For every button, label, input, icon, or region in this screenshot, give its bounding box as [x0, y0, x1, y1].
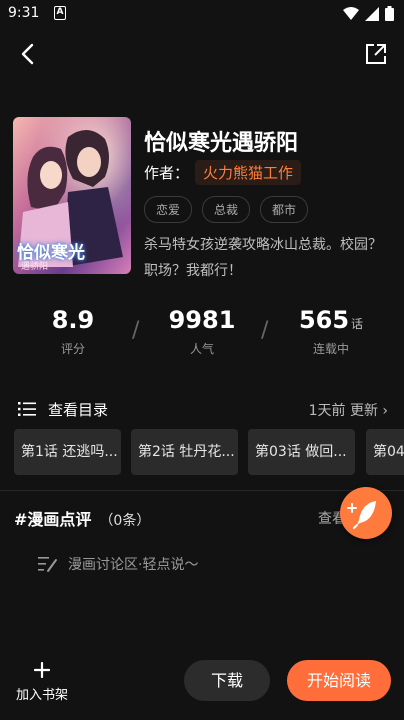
- review-title-text: #漫画点评: [14, 510, 92, 529]
- stat-separator: /: [132, 318, 140, 343]
- status-bar: 9:31 A: [0, 0, 404, 28]
- chapter-item[interactable]: 第04话: [366, 429, 404, 475]
- status-time: 9:31: [8, 5, 40, 21]
- battery-icon: [385, 6, 394, 21]
- chapter-list: 第1话 还逃吗... 第2话 牡丹花... 第03话 做回... 第04话: [14, 429, 404, 475]
- stat-chapters: 565 话 连载中: [276, 306, 386, 357]
- catalog-row[interactable]: 查看目录 1天前 更新 ›: [18, 398, 388, 420]
- tag-item[interactable]: 总裁: [202, 196, 251, 223]
- author-name-link[interactable]: 火力熊猫工作: [195, 160, 302, 185]
- chapter-item[interactable]: 第1话 还逃吗...: [14, 429, 121, 475]
- review-section-title: #漫画点评 （0条）: [14, 506, 150, 530]
- stat-label: 评分: [60, 342, 85, 356]
- download-button[interactable]: 下载: [184, 660, 270, 701]
- stat-value: 9981: [168, 306, 236, 334]
- plus-icon: [33, 661, 51, 679]
- status-icons: [343, 6, 394, 21]
- write-review-button[interactable]: [340, 487, 392, 539]
- author-label: 作者：: [144, 164, 190, 182]
- edit-list-icon: [38, 557, 57, 572]
- author-row: 作者： 火力熊猫工作: [144, 160, 302, 185]
- stat-unit: 话: [351, 317, 364, 331]
- stat-label: 连载中: [312, 342, 349, 356]
- chapter-item[interactable]: 第03话 做回...: [248, 429, 355, 475]
- tag-item[interactable]: 恋爱: [144, 196, 193, 223]
- stat-popularity: 9981 人气: [147, 306, 257, 357]
- stat-separator: /: [261, 318, 269, 343]
- wifi-icon: [343, 6, 359, 20]
- stats-bar: 8.9 评分 / 9981 人气 / 565 话 连载中: [0, 306, 404, 366]
- comic-description: 杀马特女孩逆袭攻略冰山总裁。校园？职场？我都行！: [144, 237, 382, 279]
- list-icon: [18, 402, 36, 416]
- chapter-item[interactable]: 第2话 牡丹花...: [131, 429, 238, 475]
- signal-icon: [365, 6, 379, 21]
- catalog-update-status[interactable]: 1天前 更新 ›: [309, 400, 388, 420]
- comic-title: 恰似寒光遇骄阳: [144, 131, 299, 156]
- cover-subtitle-text: 遇骄阳: [21, 262, 49, 272]
- bookshelf-label: 加入书架: [15, 688, 68, 703]
- feather-pen-icon: [347, 501, 376, 529]
- notification-icon: A: [54, 6, 66, 20]
- add-to-bookshelf-button[interactable]: 加入书架: [10, 661, 74, 703]
- discussion-entry[interactable]: 漫画讨论区·轻点说～: [38, 554, 198, 574]
- tag-list: 恋爱 总裁 都市: [144, 196, 309, 223]
- discussion-placeholder: 漫画讨论区·轻点说～: [68, 557, 199, 573]
- share-icon[interactable]: [362, 40, 390, 68]
- stat-value: 8.9: [51, 306, 95, 334]
- stat-value: 565: [298, 306, 350, 334]
- start-reading-button[interactable]: 开始阅读: [287, 660, 391, 701]
- tag-item[interactable]: 都市: [260, 196, 309, 223]
- review-count: （0条）: [99, 513, 151, 529]
- stat-label: 人气: [189, 342, 214, 356]
- back-icon[interactable]: [14, 40, 42, 68]
- catalog-label: 查看目录: [48, 400, 109, 419]
- stat-rating: 8.9 评分: [18, 306, 128, 357]
- comic-cover[interactable]: 恰似寒光 遇骄阳: [13, 117, 131, 274]
